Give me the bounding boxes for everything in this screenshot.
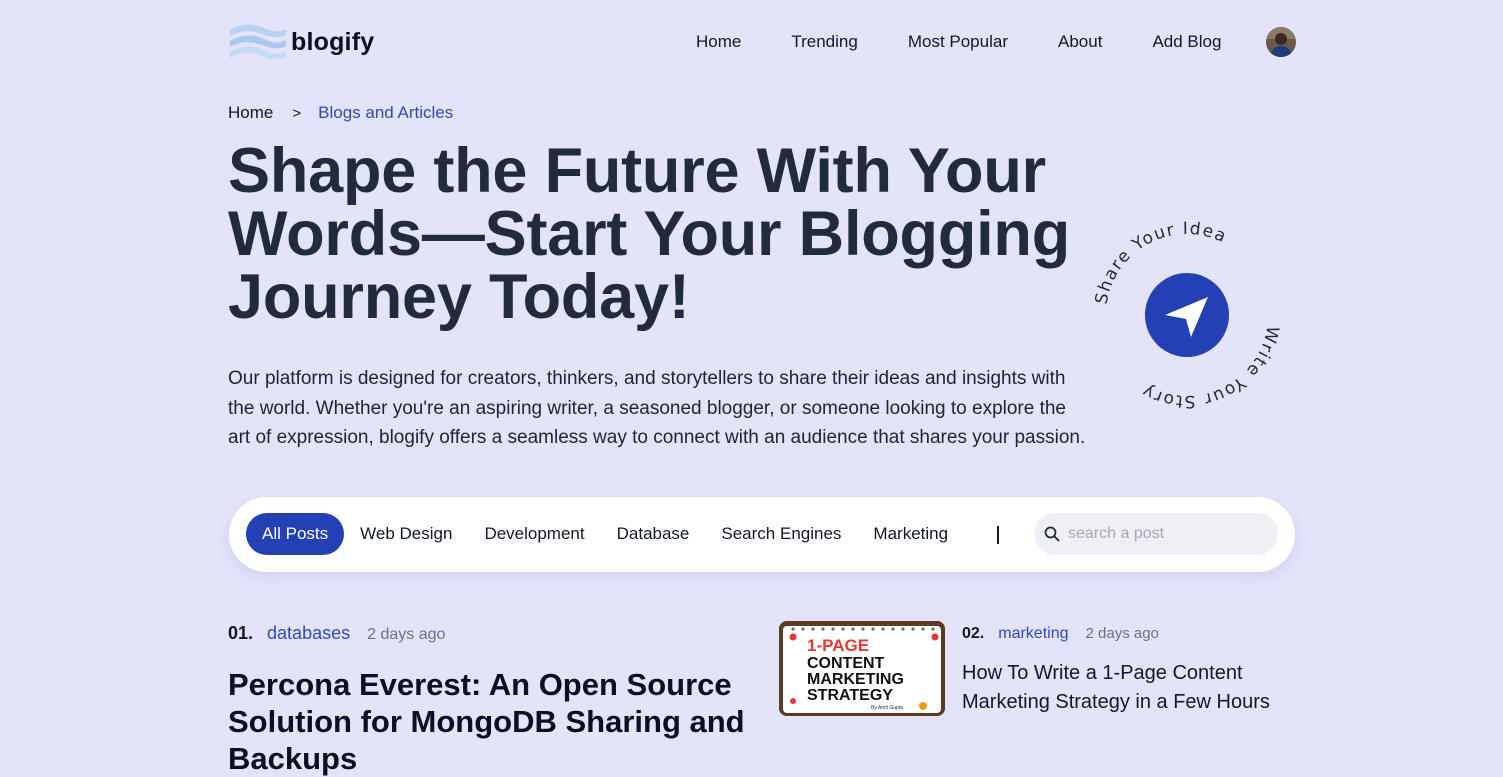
post-category[interactable]: marketing: [998, 625, 1068, 643]
post-category[interactable]: databases: [267, 623, 350, 644]
post-meta: 01. databases 2 days ago: [228, 623, 758, 644]
search-icon: [1044, 526, 1060, 542]
tab-database[interactable]: Database: [601, 513, 706, 555]
search-input[interactable]: [1068, 525, 1268, 543]
svg-text:1-PAGE: 1-PAGE: [807, 636, 869, 655]
nav-link-home[interactable]: Home: [696, 32, 741, 52]
avatar-photo-icon: [1266, 27, 1296, 57]
svg-text:By Amit Gupta: By Amit Gupta: [871, 705, 903, 711]
tab-search-engines[interactable]: Search Engines: [705, 513, 857, 555]
tab-all-posts[interactable]: All Posts: [246, 513, 345, 555]
top-navbar: blogify Home Trending Most Popular About…: [228, 20, 1296, 64]
content-strategy-thumbnail: 1-PAGE CONTENT MARKETING STRATEGY By Ami…: [779, 621, 945, 716]
share-story-badge[interactable]: Share Your Idea Write Your Story: [1087, 215, 1287, 415]
post-card-02[interactable]: 02. marketing 2 days ago How To Write a …: [962, 625, 1292, 717]
filter-divider: [997, 526, 999, 544]
main-nav: Home Trending Most Popular About Add Blo…: [696, 32, 1221, 52]
post-number: 01.: [228, 623, 254, 643]
svg-text:MARKETING: MARKETING: [807, 671, 904, 688]
post-card-01[interactable]: 01. databases 2 days ago Percona Everest…: [228, 623, 758, 777]
post-date: 2 days ago: [367, 626, 446, 643]
post-date: 2 days ago: [1085, 625, 1159, 642]
breadcrumb: Home > Blogs and Articles: [228, 103, 453, 123]
nav-link-add-blog[interactable]: Add Blog: [1152, 32, 1221, 52]
post-title[interactable]: Percona Everest: An Open Source Solution…: [228, 666, 758, 777]
post-meta: 02. marketing 2 days ago: [962, 625, 1292, 643]
circular-text-badge: Share Your Idea Write Your Story: [1092, 219, 1281, 411]
post-title[interactable]: How To Write a 1-Page Content Marketing …: [962, 659, 1292, 717]
post-thumbnail-02[interactable]: 1-PAGE CONTENT MARKETING STRATEGY By Ami…: [779, 621, 945, 716]
brand-logo[interactable]: blogify: [228, 22, 374, 62]
search-box[interactable]: [1034, 513, 1278, 555]
breadcrumb-home[interactable]: Home: [228, 103, 273, 123]
wave-logo-icon: [230, 24, 286, 60]
breadcrumb-separator: >: [292, 104, 302, 122]
nav-link-about[interactable]: About: [1058, 32, 1102, 52]
category-tabs: All Posts Web Design Development Databas…: [246, 513, 964, 555]
svg-text:STRATEGY: STRATEGY: [807, 687, 893, 704]
brand-name: blogify: [291, 27, 375, 56]
user-avatar[interactable]: [1266, 27, 1296, 57]
hero-description: Our platform is designed for creators, t…: [228, 368, 1086, 448]
breadcrumb-current[interactable]: Blogs and Articles: [318, 103, 453, 123]
hero-title: Shape the Future With Your Words—Start Y…: [228, 136, 1070, 332]
tab-marketing[interactable]: Marketing: [857, 513, 964, 555]
category-filter-bar: All Posts Web Design Development Databas…: [229, 497, 1295, 572]
tab-web-design[interactable]: Web Design: [344, 513, 468, 555]
post-number: 02.: [962, 625, 985, 642]
nav-link-most-popular[interactable]: Most Popular: [908, 32, 1008, 52]
tab-development[interactable]: Development: [468, 513, 600, 555]
svg-text:CONTENT: CONTENT: [807, 655, 885, 672]
nav-link-trending[interactable]: Trending: [791, 32, 857, 52]
